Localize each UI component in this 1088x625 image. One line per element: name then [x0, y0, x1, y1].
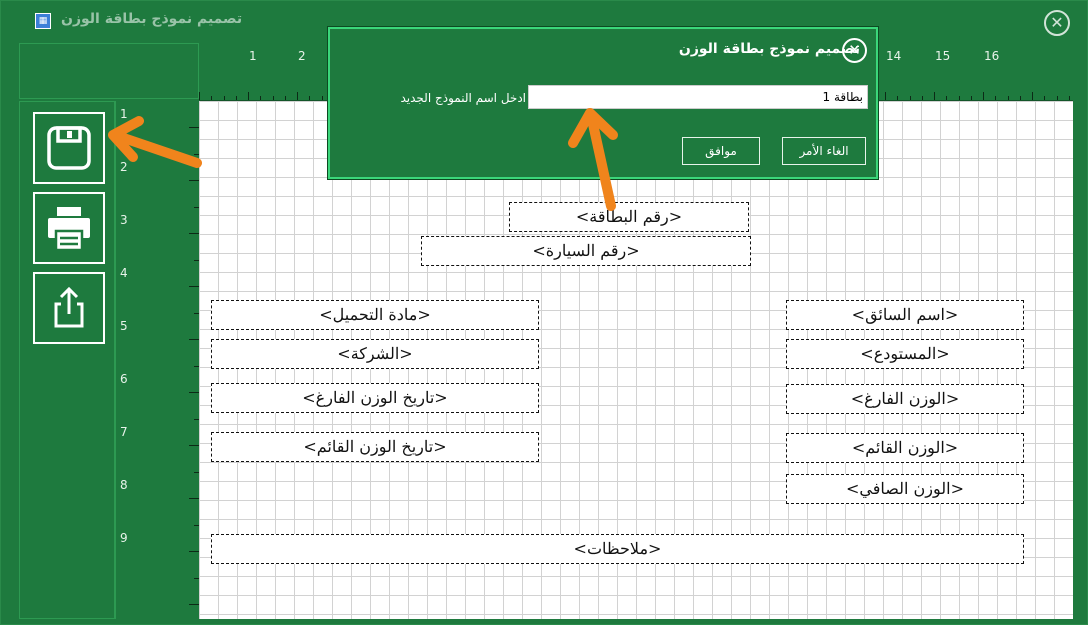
field-full-weight-date[interactable]: <تاريخ الوزن القائم> [211, 432, 539, 462]
ruler-tick [189, 233, 199, 234]
ruler-number: 3 [120, 213, 128, 227]
ruler-tick [189, 498, 199, 499]
print-button[interactable] [33, 192, 105, 264]
field-company[interactable]: <الشركة> [211, 339, 539, 369]
ruler-number: 8 [120, 478, 128, 492]
ruler-tick [1069, 96, 1070, 100]
app-window: ▦ تصميم نموذج بطاقة الوزن ✕ 123456789101… [0, 0, 1088, 625]
ruler-tick [199, 92, 200, 100]
annotation-arrow-save [108, 116, 202, 168]
ruler-tick [910, 96, 911, 100]
ruler-number: 6 [120, 372, 128, 386]
print-icon [48, 207, 90, 252]
ruler-tick [983, 92, 984, 100]
ruler-number: 1 [249, 49, 257, 63]
save-icon [47, 126, 91, 170]
export-button[interactable] [33, 272, 105, 344]
ruler-tick [297, 92, 298, 100]
ruler-number: 4 [120, 266, 128, 280]
ruler-tick [285, 96, 286, 100]
ruler-tick [273, 96, 274, 100]
ruler-number: 16 [984, 49, 1000, 63]
ruler-tick [1020, 96, 1021, 100]
field-empty-weight-date[interactable]: <تاريخ الوزن الفارغ> [211, 383, 539, 413]
field-net-weight[interactable]: <الوزن الصافي> [786, 474, 1024, 504]
ruler-tick [1008, 96, 1009, 100]
annotation-arrow-input [568, 108, 618, 211]
field-empty-weight[interactable]: <الوزن الفارغ> [786, 384, 1024, 414]
window-title: تصميم نموذج بطاقة الوزن [61, 11, 243, 27]
field-notes[interactable]: <ملاحظات> [211, 534, 1024, 564]
ruler-tick [885, 92, 886, 100]
ruler-number: 15 [935, 49, 951, 63]
ruler-tick [211, 96, 212, 100]
ruler-number: 7 [120, 425, 128, 439]
ruler-tick [946, 96, 947, 100]
ruler-tick [189, 392, 199, 393]
ruler-tick [309, 96, 310, 100]
ruler-tick [1032, 92, 1033, 100]
vertical-ruler: 123456789 [115, 101, 199, 619]
ok-button[interactable]: موافق [682, 137, 760, 165]
ruler-corner [19, 43, 199, 99]
dialog-close-button[interactable]: ✕ [842, 38, 867, 63]
dialog-title: تصميم نموذج بطاقة الوزن [678, 41, 860, 57]
ruler-tick [934, 92, 935, 100]
ruler-tick [322, 96, 323, 100]
cancel-button[interactable]: الغاء الأمر [782, 137, 866, 165]
ruler-tick [189, 339, 199, 340]
field-full-weight[interactable]: <الوزن القائم> [786, 433, 1024, 463]
ruler-tick [248, 92, 249, 100]
ruler-tick [189, 551, 199, 552]
ruler-tick [971, 96, 972, 100]
ruler-tick [236, 96, 237, 100]
ruler-tick [189, 445, 199, 446]
ruler-tick [1044, 96, 1045, 100]
ruler-tick [959, 96, 960, 100]
side-toolbar [19, 101, 115, 619]
window-close-button[interactable]: ✕ [1044, 10, 1070, 36]
field-car-number[interactable]: <رقم السيارة> [421, 236, 751, 266]
field-warehouse[interactable]: <المستودع> [786, 339, 1024, 369]
app-icon: ▦ [35, 13, 51, 29]
export-icon [54, 286, 84, 328]
ruler-tick [922, 96, 923, 100]
ruler-tick [897, 96, 898, 100]
ruler-tick [189, 180, 199, 181]
ruler-tick [224, 96, 225, 100]
template-name-label: ادخل اسم النموذج الجديد [400, 91, 526, 105]
ruler-tick [995, 96, 996, 100]
ruler-number: 5 [120, 319, 128, 333]
ruler-tick [260, 96, 261, 100]
ruler-number: 14 [886, 49, 902, 63]
field-load-material[interactable]: <مادة التحميل> [211, 300, 539, 330]
ruler-tick [189, 286, 199, 287]
ruler-tick [1057, 96, 1058, 100]
ruler-number: 9 [120, 531, 128, 545]
field-driver-name[interactable]: <اسم السائق> [786, 300, 1024, 330]
save-button[interactable] [33, 112, 105, 184]
ruler-tick [189, 604, 199, 605]
ruler-number: 2 [298, 49, 306, 63]
